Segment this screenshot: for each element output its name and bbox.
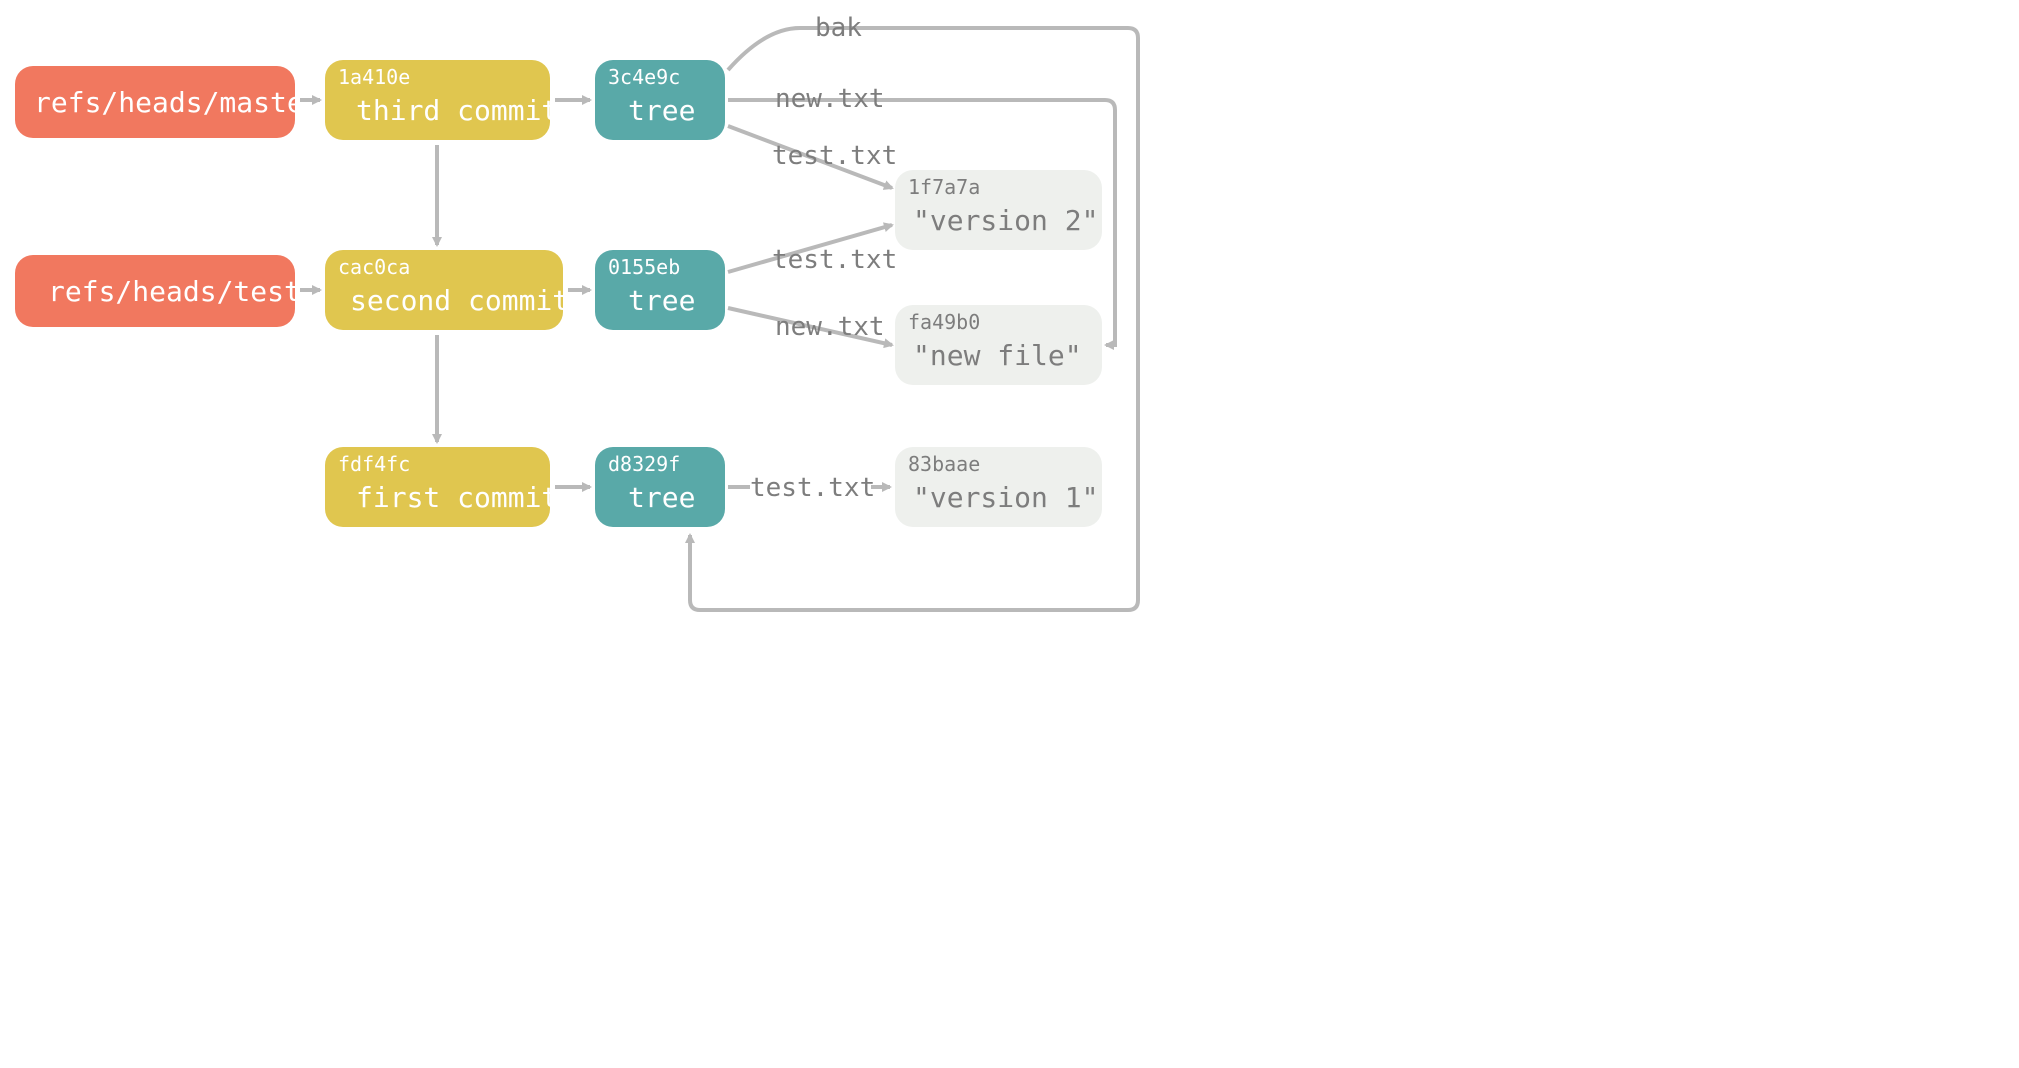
tree-1-label: tree [628,481,695,514]
commit-second-label: second commit [350,284,569,317]
blob-nf-sha: fa49b0 [908,310,980,334]
edge-tree2-test-label: test.txt [772,245,897,275]
blob-v1-label: "version 1" [913,481,1098,514]
edge-tree1-test: test.txt [728,473,890,503]
commit-second-box: cac0ca second commit [325,250,569,330]
edge-tree3-new-label: new.txt [775,84,885,114]
blob-v1-sha: 83baae [908,452,980,476]
blob-nf-label: "new file" [913,339,1082,372]
edge-tree2-new: new.txt [728,308,892,345]
blob-v2-label: "version 2" [913,204,1098,237]
tree-2-label: tree [628,284,695,317]
tree-1-box: d8329f tree [595,447,725,527]
edge-tree1-test-label: test.txt [750,473,875,503]
blob-v2-sha: 1f7a7a [908,175,980,199]
ref-master-label: refs/heads/master [34,86,321,119]
ref-test-box: refs/heads/test [15,255,301,327]
commit-first-label: first commit [356,481,558,514]
commit-third-label: third commit [356,94,558,127]
tree-1-sha: d8329f [608,452,680,476]
edge-tree2-new-label: new.txt [775,312,885,342]
blob-v1-box: 83baae "version 1" [895,447,1102,527]
ref-master-box: refs/heads/master [15,66,321,138]
tree-2-sha: 0155eb [608,255,680,279]
blob-nf-box: fa49b0 "new file" [895,305,1102,385]
edge-tree2-test: test.txt [728,225,897,275]
edge-tree3-test: test.txt [728,126,897,188]
edge-tree3-test-label: test.txt [772,141,897,171]
edge-bak-label: bak [815,13,862,43]
tree-3-box: 3c4e9c tree [595,60,725,140]
git-objects-diagram: refs/heads/master refs/heads/test 1a410e… [0,0,1514,801]
commit-third-sha: 1a410e [338,65,410,89]
commit-first-sha: fdf4fc [338,452,410,476]
tree-3-sha: 3c4e9c [608,65,680,89]
commit-third-box: 1a410e third commit [325,60,558,140]
blob-v2-box: 1f7a7a "version 2" [895,170,1102,250]
commit-second-sha: cac0ca [338,255,410,279]
tree-3-label: tree [628,94,695,127]
tree-2-box: 0155eb tree [595,250,725,330]
ref-test-label: refs/heads/test [48,275,301,308]
commit-first-box: fdf4fc first commit [325,447,558,527]
